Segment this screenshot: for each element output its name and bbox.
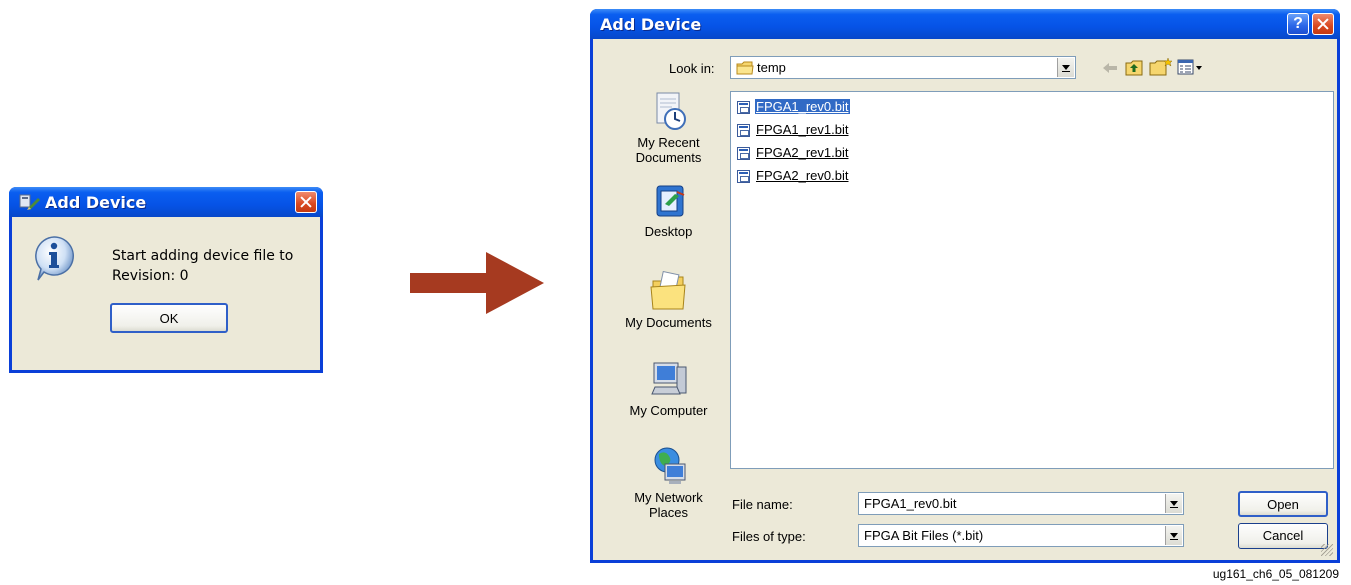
file-name: FPGA1_rev1.bit xyxy=(756,122,849,137)
recent-documents-icon xyxy=(656,92,686,130)
message-line-1: Start adding device file to xyxy=(112,248,294,264)
back-icon[interactable] xyxy=(1101,61,1119,75)
my-network-places-icon xyxy=(654,447,685,484)
file-name-label: File name: xyxy=(732,497,793,512)
close-button[interactable] xyxy=(1312,13,1334,35)
file-name: FPGA1_rev0.bit xyxy=(755,99,850,114)
resize-grip[interactable] xyxy=(1321,544,1333,556)
place-label-line1: My Recent xyxy=(637,135,700,150)
place-my-network-places[interactable]: My Network Places xyxy=(617,446,720,520)
files-of-type-combo[interactable]: FPGA Bit Files (*.bit) xyxy=(858,524,1184,547)
folder-icon xyxy=(736,61,754,75)
bit-file-icon xyxy=(737,147,750,160)
place-label-line2: Places xyxy=(648,505,689,520)
file-name-dropdown-arrow[interactable] xyxy=(1165,494,1182,513)
right-arrow xyxy=(410,252,544,314)
files-of-type-value: FPGA Bit Files (*.bit) xyxy=(864,528,984,543)
place-desktop[interactable]: Desktop xyxy=(617,184,720,239)
file-name: FPGA2_rev1.bit xyxy=(756,145,849,160)
file-name-combo[interactable]: FPGA1_rev0.bit xyxy=(858,492,1184,515)
bit-file-icon xyxy=(737,170,750,183)
place-label-line1: My Computer xyxy=(629,403,708,418)
view-menu-icon[interactable] xyxy=(1177,59,1203,75)
look-in-value: temp xyxy=(757,60,786,75)
file-list[interactable]: FPGA1_rev0.bit FPGA1_rev1.bit FPGA2_rev1… xyxy=(730,91,1334,469)
places-bar: My Recent Documents Desktop My Documents… xyxy=(617,91,720,551)
figure-caption: ug161_ch6_05_081209 xyxy=(1212,567,1339,581)
title-bar[interactable]: Add Device ? xyxy=(590,9,1340,39)
close-button[interactable] xyxy=(295,191,317,213)
ok-button[interactable]: OK xyxy=(110,303,228,333)
files-of-type-dropdown-arrow[interactable] xyxy=(1165,526,1182,545)
look-in-label: Look in: xyxy=(669,61,715,76)
information-icon xyxy=(35,236,74,281)
look-in-combo[interactable]: temp xyxy=(730,56,1076,79)
place-my-computer[interactable]: My Computer xyxy=(617,361,720,418)
open-button[interactable]: Open xyxy=(1238,491,1328,517)
message-line-2: Revision: 0 xyxy=(112,268,189,284)
my-documents-icon xyxy=(649,271,686,310)
place-my-recent-documents[interactable]: My Recent Documents xyxy=(617,91,720,165)
dialog-body: Look in: temp My Recent Documents Deskto… xyxy=(593,39,1337,560)
cancel-button[interactable]: Cancel xyxy=(1238,523,1328,549)
file-open-dialog-window: Add Device ? Look in: temp My Recent Doc… xyxy=(590,9,1340,563)
new-folder-icon[interactable] xyxy=(1149,57,1173,77)
file-name: FPGA2_rev0.bit xyxy=(756,168,849,183)
place-label-line1: My Documents xyxy=(625,315,712,330)
files-of-type-label: Files of type: xyxy=(732,529,806,544)
look-in-dropdown-arrow[interactable] xyxy=(1057,58,1074,77)
window-title: Add Device xyxy=(600,15,702,34)
place-label-line2: Documents xyxy=(635,150,702,165)
up-one-level-icon[interactable] xyxy=(1125,59,1145,77)
place-my-documents[interactable]: My Documents xyxy=(617,271,720,330)
file-name-input[interactable]: FPGA1_rev0.bit xyxy=(864,496,957,511)
desktop-icon xyxy=(656,185,684,217)
place-label-line1: My Network xyxy=(634,490,703,505)
title-bar[interactable]: Add Device xyxy=(9,187,323,217)
bit-file-icon xyxy=(737,101,750,114)
bit-file-icon xyxy=(737,124,750,137)
my-computer-icon xyxy=(650,362,686,395)
window-title: Add Device xyxy=(45,193,147,212)
arrow-shape xyxy=(410,252,544,314)
info-dialog-window: Add Device Start adding device file to R… xyxy=(9,187,323,373)
add-device-app-icon xyxy=(19,194,40,210)
place-label-line1: Desktop xyxy=(644,224,693,239)
dialog-body: Start adding device file to Revision: 0 … xyxy=(12,217,320,370)
help-button[interactable]: ? xyxy=(1287,13,1309,35)
